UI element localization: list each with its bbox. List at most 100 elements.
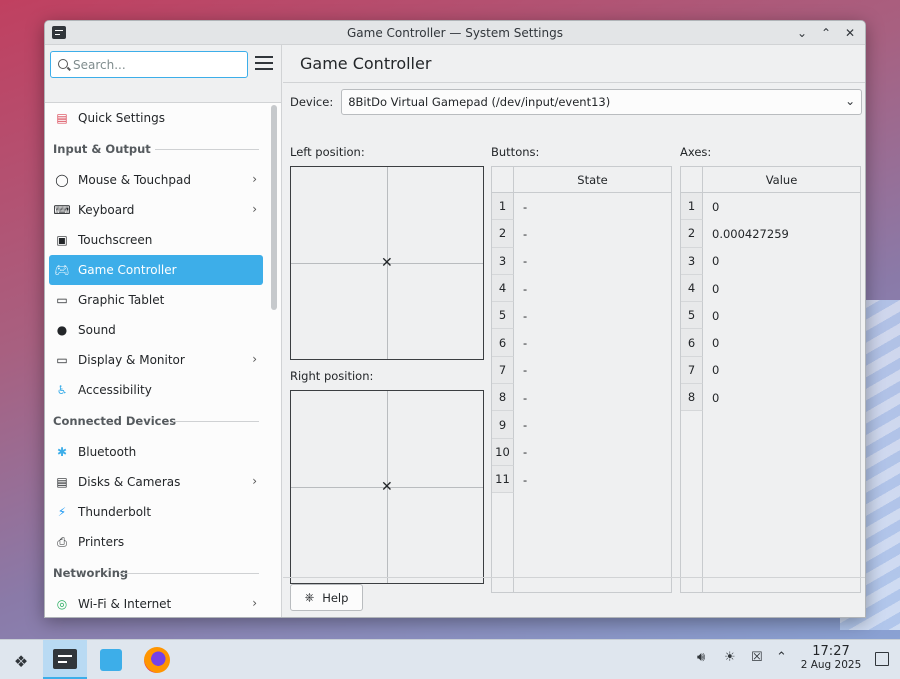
buttons-table-header: State	[492, 167, 671, 193]
sidebar-item-accessibility[interactable]: ♿ Accessibility	[49, 375, 263, 405]
taskbar-files[interactable]	[89, 640, 133, 679]
row-number: 2	[492, 220, 514, 248]
show-desktop-icon[interactable]	[875, 652, 889, 666]
row-value: -	[523, 281, 528, 296]
network-disconnected-icon[interactable]: ☒	[751, 650, 763, 665]
sidebar-item-quick-settings[interactable]: ▤ Quick Settings	[49, 103, 263, 133]
sidebar-header	[45, 45, 281, 103]
row-value: -	[523, 445, 528, 460]
button-row: 2-	[492, 220, 671, 248]
axis-row: 2 0.000427259	[681, 220, 860, 248]
button-row: 1-	[492, 193, 671, 221]
clock[interactable]: 17:27 2 Aug 2025	[800, 644, 862, 671]
button-row: 7-	[492, 356, 671, 385]
sidebar-item-disks-cameras[interactable]: ▤ Disks & Cameras ›	[49, 467, 263, 497]
sidebar-item-graphic-tablet[interactable]: ▭ Graphic Tablet	[49, 285, 263, 315]
sidebar-item-sound[interactable]: ● Sound	[49, 315, 263, 345]
close-button[interactable]: ✕	[841, 24, 859, 42]
row-value: 0	[712, 199, 720, 214]
axis-row: 30	[681, 247, 860, 275]
sidebar-section-header: Networking	[45, 557, 267, 589]
sidebar-scrollbar[interactable]	[271, 105, 277, 310]
sidebar-item-touchscreen[interactable]: ▣ Touchscreen	[49, 225, 263, 255]
row-value: -	[523, 226, 528, 241]
row-value: 0	[712, 254, 720, 269]
search-input[interactable]	[73, 57, 233, 72]
gamepad-icon: 🎮︎	[54, 263, 70, 277]
sidebar-item-display-monitor[interactable]: ▭ Display & Monitor ›	[49, 345, 263, 375]
chevron-right-icon: ›	[252, 474, 257, 488]
row-value: -	[523, 254, 528, 269]
brightness-icon[interactable]: ☀	[724, 650, 736, 665]
touchscreen-icon: ▣	[56, 233, 68, 247]
help-button-label: Help	[322, 590, 349, 605]
buttons-table[interactable]: State 1-2-3-4-5-6-7-8-9-10-11-	[491, 166, 672, 593]
row-number: 1	[681, 193, 703, 221]
row-value: -	[523, 308, 528, 323]
app-launcher-icon[interactable]: ❖	[10, 650, 32, 672]
button-row: 3-	[492, 247, 671, 275]
maximize-button[interactable]: ⌃	[817, 24, 835, 42]
value-column-header: Value	[765, 172, 798, 187]
sidebar-item-thunderbolt[interactable]: ⚡ Thunderbolt	[49, 497, 263, 527]
sidebar-item-game-controller[interactable]: 🎮︎ Game Controller	[49, 255, 263, 285]
left-stick-cursor-icon: ✕	[381, 255, 393, 271]
row-value: -	[523, 418, 528, 433]
sidebar-item-label: Disks & Cameras	[78, 475, 181, 489]
search-field[interactable]	[50, 51, 248, 78]
row-number: 6	[681, 329, 703, 357]
row-number: 5	[681, 302, 703, 330]
sidebar-item-printers[interactable]: ⎙ Printers	[49, 527, 263, 557]
disk-icon: ▤	[56, 475, 68, 489]
sidebar-item-label: Touchscreen	[78, 233, 153, 247]
device-row: Device: 8BitDo Virtual Gamepad (/dev/inp…	[290, 89, 863, 115]
taskbar-system-settings[interactable]	[43, 640, 87, 679]
sidebar-item-label: Printers	[78, 535, 125, 549]
hamburger-menu-icon[interactable]	[255, 56, 273, 72]
sidebar-item-mouse-touchpad[interactable]: ◯ Mouse & Touchpad ›	[49, 165, 263, 195]
mouse-icon: ◯	[55, 173, 69, 187]
row-value: 0	[712, 390, 720, 405]
axis-row: 50	[681, 302, 860, 330]
tablet-icon: ▭	[56, 293, 68, 307]
row-number: 5	[492, 302, 514, 330]
sidebar-item-wi-fi-internet[interactable]: ◎ Wi-Fi & Internet ›	[49, 589, 263, 617]
row-value: -	[523, 363, 528, 378]
button-row: 4-	[492, 274, 671, 303]
tray-expand-icon[interactable]: ⌃	[776, 650, 787, 665]
button-row: 11-	[492, 465, 671, 494]
search-icon	[58, 59, 68, 69]
row-value: -	[523, 472, 528, 487]
title-bar[interactable]: Game Controller — System Settings ⌄ ⌃ ✕	[45, 21, 865, 45]
accessibility-icon: ♿	[56, 383, 68, 397]
printer-icon: ⎙	[57, 534, 67, 549]
help-button[interactable]: ⎈ Help	[290, 584, 363, 611]
volume-icon[interactable]: 🔊︎	[697, 650, 705, 665]
sidebar-item-label: Mouse & Touchpad	[78, 173, 191, 187]
row-number: 7	[492, 356, 514, 385]
sidebar-item-label: Graphic Tablet	[78, 293, 165, 307]
row-number: 2	[681, 220, 703, 248]
row-value: 0	[712, 308, 720, 323]
system-settings-icon	[53, 648, 77, 669]
row-value: 0.000427259	[712, 226, 789, 241]
sidebar-item-keyboard[interactable]: ⌨ Keyboard ›	[49, 195, 263, 225]
buttons-label: Buttons:	[491, 145, 540, 159]
device-label: Device:	[290, 95, 334, 109]
help-icon: ⎈	[304, 590, 315, 604]
taskbar-firefox[interactable]	[135, 640, 179, 679]
row-value: -	[523, 199, 528, 214]
sidebar-item-bluetooth[interactable]: ✱ Bluetooth	[49, 437, 263, 467]
axes-table[interactable]: Value 1 0 2 0.000427259 3 0 4 0 5 0 6 0 7 0 8 0	[680, 166, 861, 593]
file-manager-icon	[100, 649, 122, 671]
axis-row: 60	[681, 329, 860, 357]
minimize-button[interactable]: ⌄	[793, 24, 811, 42]
axis-row: 80	[681, 384, 860, 412]
row-number: 11	[492, 465, 514, 494]
row-number: 9	[492, 411, 514, 439]
device-select[interactable]: 8BitDo Virtual Gamepad (/dev/input/event…	[341, 89, 863, 115]
button-row: 8-	[492, 384, 671, 412]
row-value: -	[523, 390, 528, 405]
row-number: 8	[492, 384, 514, 412]
sidebar-item-label: Keyboard	[78, 203, 135, 217]
